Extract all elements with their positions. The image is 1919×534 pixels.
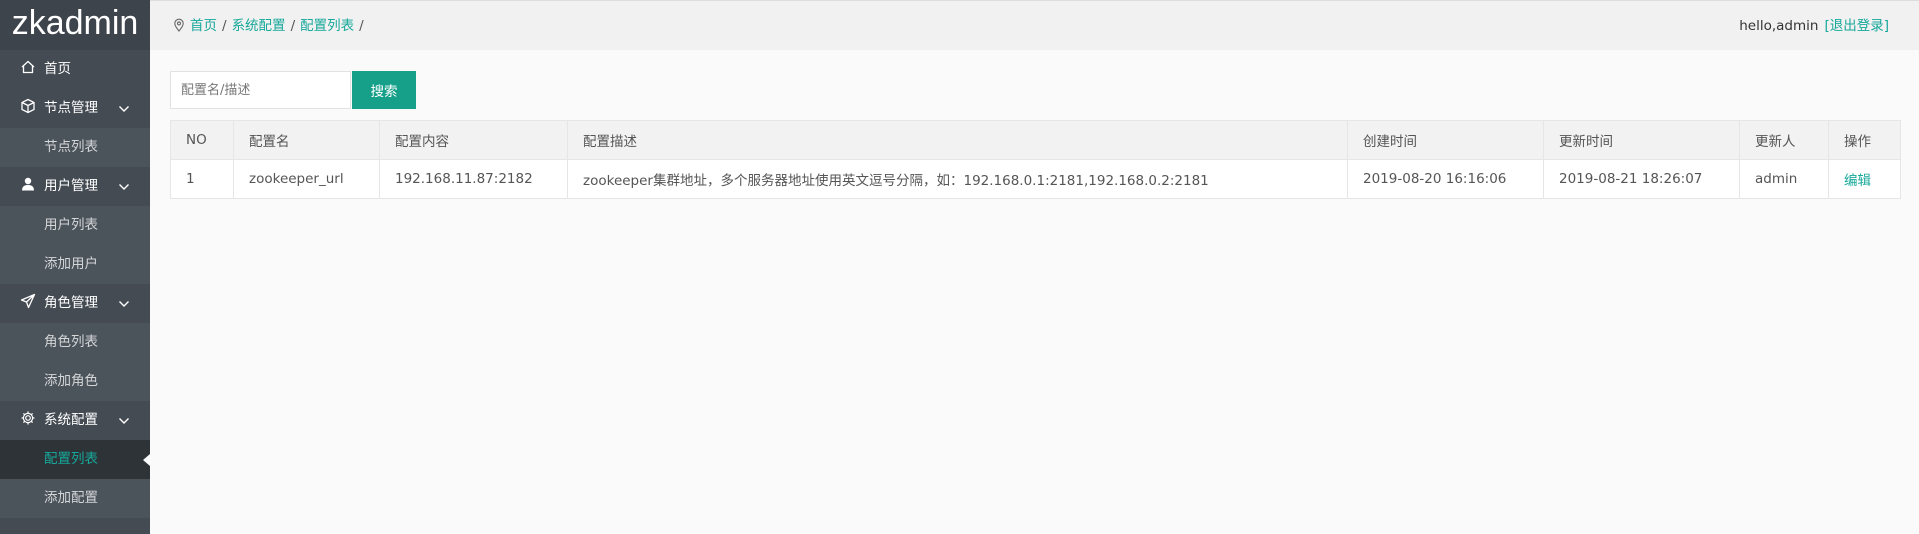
breadcrumb: 首页 / 系统配置 / 配置列表 / (172, 1, 369, 51)
table-row: 1 zookeeper_url 192.168.11.87:2182 zooke… (170, 159, 1901, 199)
cell-created: 2019-08-20 16:16:06 (1347, 159, 1544, 199)
column-header-updated: 更新时间 (1543, 120, 1740, 160)
sidebar-item-label: 首页 (44, 61, 71, 77)
cell-actions: 编辑 (1828, 159, 1901, 199)
search-button[interactable]: 搜索 (352, 71, 416, 109)
sidebar-item-config-list[interactable]: 配置列表 (0, 440, 150, 479)
sidebar-item-home[interactable]: 首页 (0, 50, 150, 89)
sidebar-group-users[interactable]: 用户管理 (0, 167, 150, 206)
user-greeting: hello,admin (1739, 18, 1819, 34)
cell-name: zookeeper_url (233, 159, 380, 199)
user-bar: hello,admin [退出登录] (1739, 1, 1889, 51)
breadcrumb-separator: / (290, 18, 296, 34)
chevron-down-icon (118, 298, 130, 310)
breadcrumb-system-config-link[interactable]: 系统配置 (232, 18, 286, 34)
search-bar: 搜索 (170, 71, 1900, 109)
gear-icon (20, 410, 36, 426)
sidebar: zkadmin 首页 节点管理 节点列表 用户管理 用户列表 添加用户 角色管理… (0, 0, 150, 534)
cell-content: 192.168.11.87:2182 (379, 159, 568, 199)
column-header-created: 创建时间 (1347, 120, 1544, 160)
sidebar-group-label: 系统配置 (44, 412, 98, 428)
column-header-actions: 操作 (1828, 120, 1901, 160)
user-icon (20, 176, 36, 192)
column-header-description: 配置描述 (567, 120, 1348, 160)
chevron-down-icon (118, 181, 130, 193)
sidebar-item-node-list[interactable]: 节点列表 (0, 128, 150, 167)
chevron-down-icon (118, 415, 130, 427)
sidebar-group-system-config[interactable]: 系统配置 (0, 401, 150, 440)
sidebar-group-roles[interactable]: 角色管理 (0, 284, 150, 323)
sidebar-item-add-user[interactable]: 添加用户 (0, 245, 150, 284)
cell-description: zookeeper集群地址，多个服务器地址使用英文逗号分隔，如：192.168.… (567, 159, 1348, 199)
table-header-row: NO 配置名 配置内容 配置描述 创建时间 更新时间 更新人 操作 (170, 120, 1901, 160)
cell-updater: admin (1739, 159, 1829, 199)
logout-link[interactable]: [退出登录] (1824, 18, 1889, 34)
chevron-down-icon (118, 103, 130, 115)
paper-plane-icon (20, 293, 36, 309)
cell-updated: 2019-08-21 18:26:07 (1543, 159, 1740, 199)
breadcrumb-config-list-link[interactable]: 配置列表 (300, 18, 354, 34)
breadcrumb-separator: / (222, 18, 227, 34)
cube-icon (20, 98, 36, 114)
sidebar-item-add-config[interactable]: 添加配置 (0, 479, 150, 518)
home-icon (20, 59, 36, 75)
search-input[interactable] (170, 71, 351, 109)
sidebar-group-label: 用户管理 (44, 178, 98, 194)
edit-link[interactable]: 编辑 (1844, 173, 1871, 189)
sidebar-item-user-list[interactable]: 用户列表 (0, 206, 150, 245)
main-content: 搜索 NO 配置名 配置内容 配置描述 创建时间 更新时间 更新人 操作 1 z… (170, 71, 1901, 199)
column-header-content: 配置内容 (379, 120, 568, 160)
sidebar-group-nodes[interactable]: 节点管理 (0, 89, 150, 128)
sidebar-group-label: 角色管理 (44, 295, 98, 311)
column-header-updater: 更新人 (1739, 120, 1829, 160)
column-header-no: NO (170, 120, 234, 160)
top-header: 首页 / 系统配置 / 配置列表 / hello,admin [退出登录] (150, 0, 1919, 50)
breadcrumb-separator: / (359, 18, 364, 34)
app-logo: zkadmin (0, 0, 150, 50)
cell-no: 1 (170, 159, 234, 199)
config-table: NO 配置名 配置内容 配置描述 创建时间 更新时间 更新人 操作 1 zook… (170, 120, 1901, 199)
location-pin-icon (172, 18, 186, 32)
sidebar-item-role-list[interactable]: 角色列表 (0, 323, 150, 362)
sidebar-group-label: 节点管理 (44, 100, 98, 116)
sidebar-item-add-role[interactable]: 添加角色 (0, 362, 150, 401)
breadcrumb-home-link[interactable]: 首页 (190, 18, 217, 34)
column-header-name: 配置名 (233, 120, 380, 160)
